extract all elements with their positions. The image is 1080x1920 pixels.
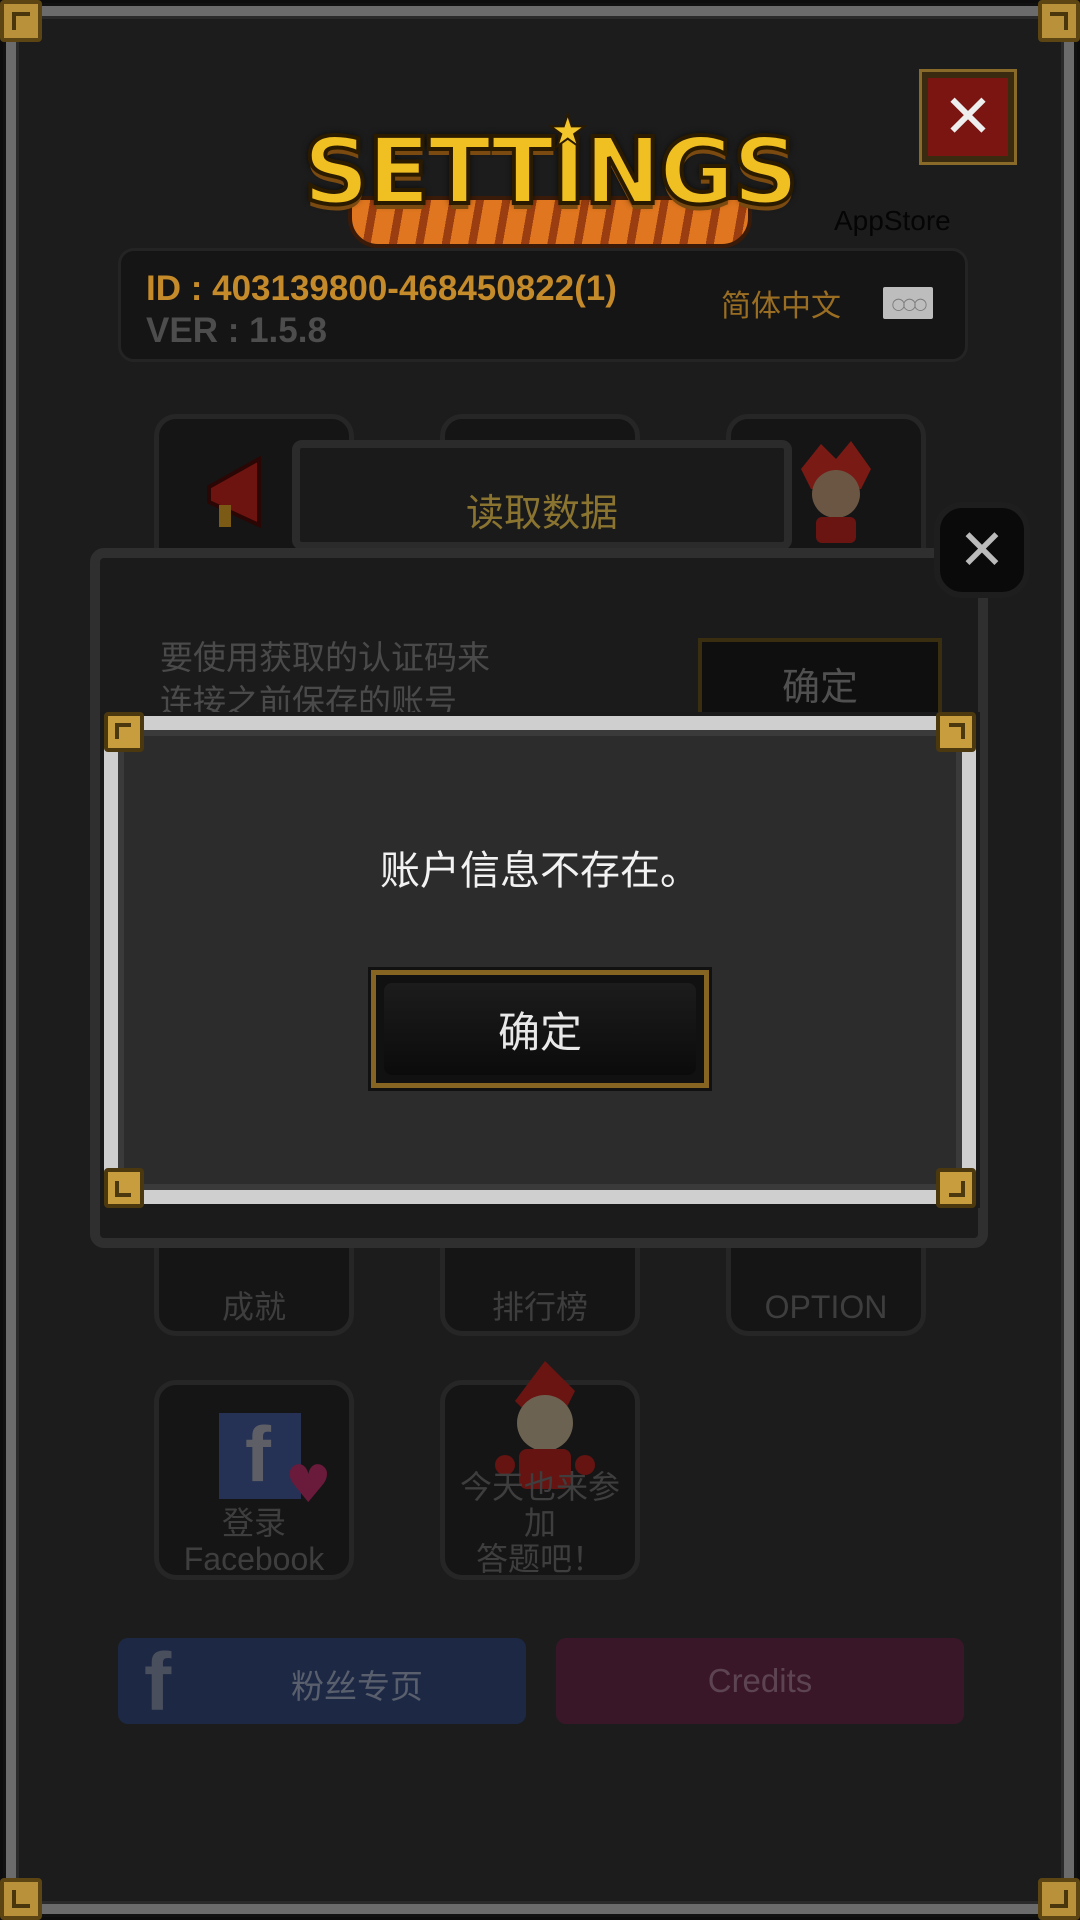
alert-corner: [104, 712, 144, 752]
alert-corner: [936, 1168, 976, 1208]
load-data-header: 读取数据: [292, 440, 792, 550]
alert-message: 账户信息不存在。: [380, 848, 700, 894]
alert-corner: [104, 1168, 144, 1208]
tile-label: 今天也来参加 答题吧！: [459, 1469, 620, 1577]
language-selector[interactable]: 简体中文: [721, 281, 841, 325]
megaphone-icon: [207, 455, 261, 529]
tile-label: 登录 Facebook: [183, 1505, 325, 1577]
load-data-title: 读取数据: [465, 491, 618, 535]
fan-page-label: 粉丝专页: [291, 1667, 423, 1706]
alert-corner: [936, 712, 976, 752]
ok-label: 确定: [497, 1007, 582, 1057]
version-label: VER : 1.5.8: [146, 311, 327, 350]
description-line: 要使用获取的认证码来: [160, 638, 490, 677]
alert-ok-button[interactable]: 确定: [368, 967, 712, 1091]
close-dialog-button[interactable]: ✕: [934, 502, 1030, 598]
alert-dialog: 账户信息不存在。 确定: [104, 716, 976, 1204]
account-info-bar: ID : 403139800-468450822(1) VER : 1.5.8 …: [118, 248, 968, 362]
star-icon: ★: [547, 105, 588, 158]
frame-corner: [1038, 0, 1080, 42]
tile-label: 排行榜: [491, 1289, 588, 1325]
olympic-rings-icon[interactable]: ○○○: [883, 287, 933, 319]
settings-logo: SETTINGS ★: [301, 105, 801, 248]
load-confirm-button[interactable]: 确定: [698, 638, 942, 728]
tile-label: OPTION: [764, 1289, 888, 1325]
tile-quiz[interactable]: 今天也来参加 答题吧！: [440, 1361, 640, 1580]
close-icon: ✕: [942, 82, 994, 152]
close-settings-button[interactable]: ✕: [919, 69, 1017, 165]
frame-corner: [1038, 1878, 1080, 1920]
tile-facebook-login[interactable]: f ♥ 登录 Facebook: [154, 1380, 354, 1580]
frame-corner: [0, 1878, 42, 1920]
tile-label: 成就: [221, 1289, 286, 1325]
frame-corner: [0, 0, 42, 42]
load-data-description: 要使用获取的认证码来 连接之前保存的账号: [160, 636, 490, 724]
close-icon: ✕: [958, 517, 1006, 583]
character-icon: [801, 441, 871, 543]
fan-page-button[interactable]: f 粉丝专页: [118, 1638, 526, 1724]
credits-button[interactable]: Credits: [556, 1638, 964, 1724]
store-label: AppStore: [834, 205, 951, 236]
user-id: ID : 403139800-468450822(1): [146, 269, 617, 308]
